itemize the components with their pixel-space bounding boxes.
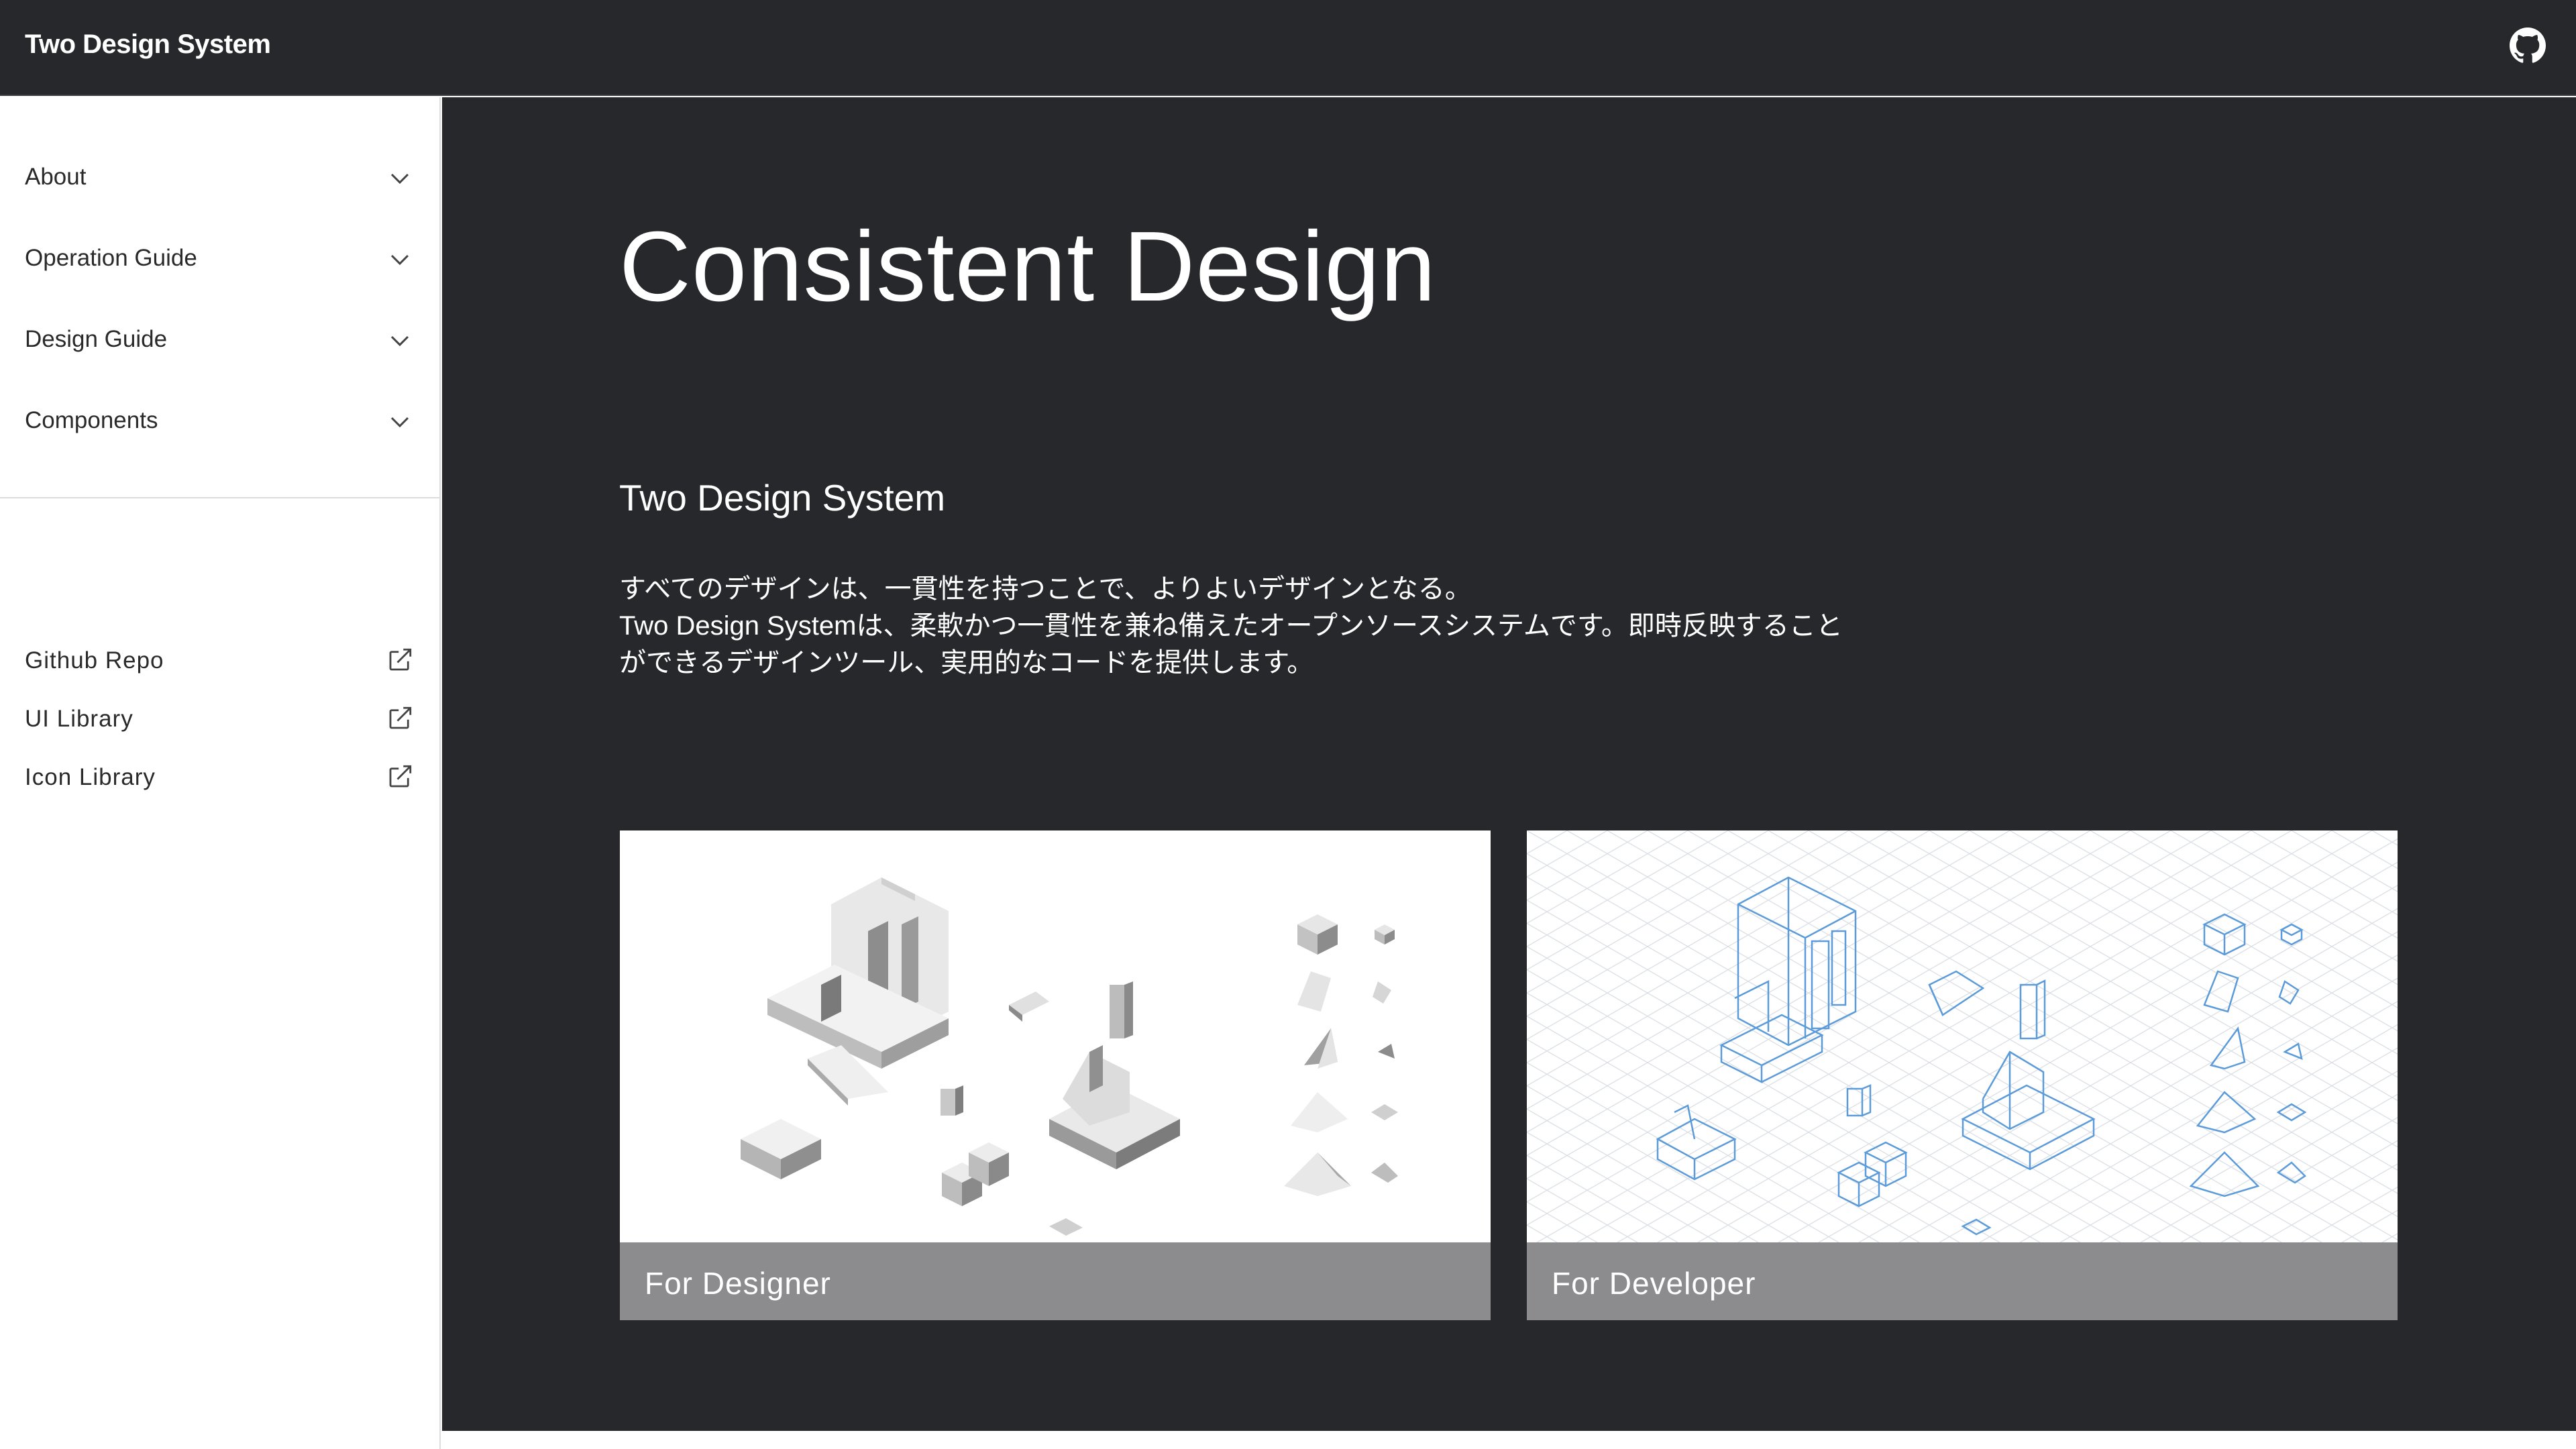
description: すべてのデザインは、一貫性を持つことで、よりよいデザインとなる。 Two Des… <box>619 571 1974 682</box>
chevron-down-icon <box>390 417 409 428</box>
description-line: Two Design Systemは、柔軟かつ一貫性を兼ね備えたオープンソースシ… <box>619 611 1843 641</box>
card-label-bar: For Developer <box>1527 1242 2398 1320</box>
card-label-bar: For Designer <box>620 1242 1491 1320</box>
sidebar: About Operation Guide Design Guide Compo… <box>0 97 441 1449</box>
sidebar-item-operation-guide[interactable]: Operation Guide <box>0 218 439 299</box>
footer-strip <box>442 1431 2576 1449</box>
sidebar-item-label: Design Guide <box>25 326 168 352</box>
hero-title: Consistent Design <box>619 211 1437 322</box>
top-bar: Two Design System <box>0 0 2576 96</box>
sidebar-item-label: Operation Guide <box>25 245 197 271</box>
sidebar-divider <box>0 497 439 498</box>
main-content: Consistent Design Two Design System すべての… <box>442 97 2576 1431</box>
sidebar-link-github-repo[interactable]: Github Repo <box>0 633 439 690</box>
external-link-icon <box>389 706 412 729</box>
github-icon[interactable] <box>2510 28 2546 64</box>
sidebar-item-components[interactable]: Components <box>0 380 439 461</box>
sidebar-link-label: Icon Library <box>25 764 156 790</box>
sidebar-item-label: About <box>25 164 87 190</box>
sidebar-item-about[interactable]: About <box>0 137 439 217</box>
card-for-designer[interactable]: For Designer <box>620 830 1491 1320</box>
card-label: For Developer <box>1552 1266 1756 1301</box>
external-link-icon <box>389 765 412 788</box>
card-label: For Designer <box>645 1266 831 1301</box>
description-line: すべてのデザインは、一貫性を持つことで、よりよいデザインとなる。 <box>619 574 1472 604</box>
designer-illustration <box>620 830 1491 1242</box>
sidebar-item-design-guide[interactable]: Design Guide <box>0 299 439 380</box>
chevron-down-icon <box>390 254 409 266</box>
external-link-icon <box>389 648 412 671</box>
brand-logo[interactable]: Two Design System <box>25 30 271 60</box>
sidebar-link-ui-library[interactable]: UI Library <box>0 691 439 749</box>
sidebar-item-label: Components <box>25 407 158 433</box>
section-subtitle: Two Design System <box>619 477 946 519</box>
description-line: ができるデザインツール、実用的なコードを提供します。 <box>619 648 1314 678</box>
chevron-down-icon <box>390 335 409 347</box>
sidebar-link-icon-library[interactable]: Icon Library <box>0 749 439 807</box>
card-for-developer[interactable]: For Developer <box>1527 830 2398 1320</box>
developer-illustration <box>1527 830 2398 1242</box>
chevron-down-icon <box>390 173 409 184</box>
sidebar-link-label: Github Repo <box>25 647 164 674</box>
sidebar-link-label: UI Library <box>25 706 133 732</box>
